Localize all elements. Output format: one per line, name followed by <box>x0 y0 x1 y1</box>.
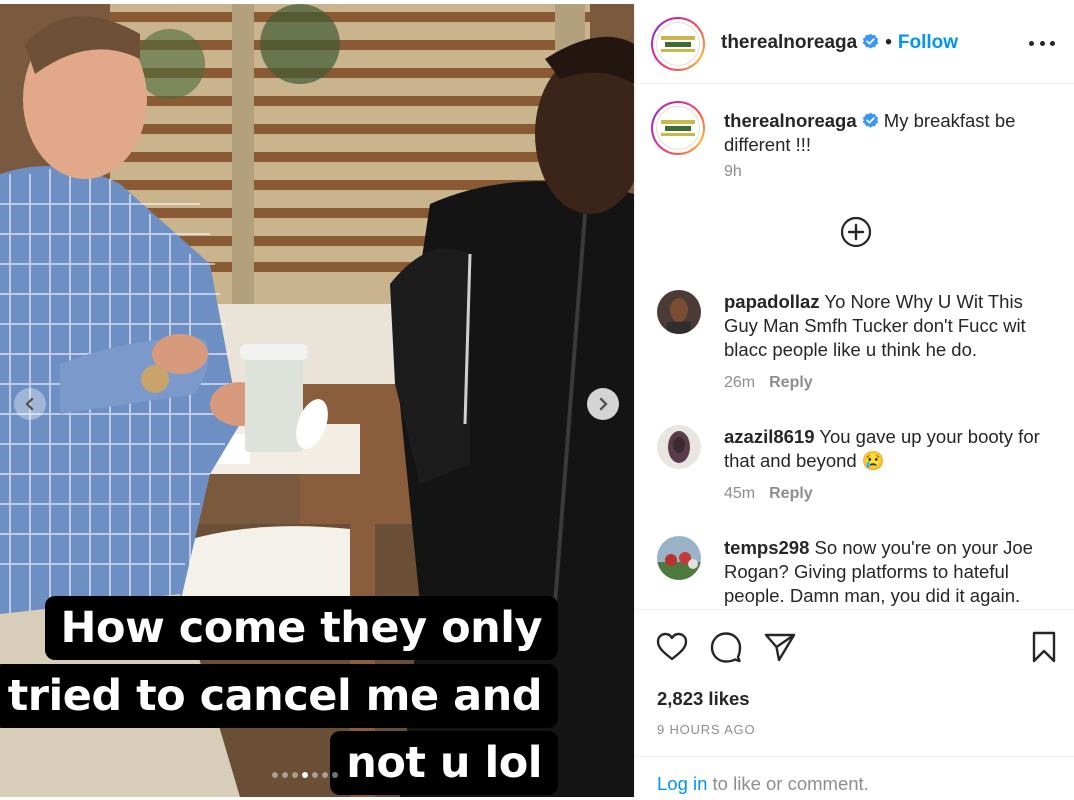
follow-button[interactable]: Follow <box>898 32 958 53</box>
post-media[interactable]: How come they only tried to cancel me an… <box>0 4 634 797</box>
comment-meta: 26m Reply <box>724 374 813 392</box>
likes-count[interactable]: 2,823 likes <box>657 688 750 710</box>
comment-username[interactable]: temps298 <box>724 537 809 558</box>
header-user-line: therealnoreaga • Follow <box>721 32 958 54</box>
caption-username[interactable]: therealnoreaga <box>724 110 857 131</box>
carousel-prev-button[interactable] <box>14 388 46 420</box>
caption-avatar-ring[interactable] <box>651 101 705 155</box>
comment-bubble-icon[interactable] <box>709 630 743 664</box>
comment-text: temps298 So now you're on your Joe Rogan… <box>724 536 1059 608</box>
carousel-indicator <box>272 772 338 778</box>
paper-plane-icon[interactable] <box>763 630 797 664</box>
chevron-right-icon <box>599 397 608 411</box>
instagram-post-window: How come they only tried to cancel me an… <box>0 0 1074 800</box>
comment-time: 26m <box>724 374 756 391</box>
comment-meta: 45m Reply <box>724 485 813 503</box>
carousel-dot <box>272 772 278 778</box>
caption-text-block: therealnoreaga My breakfast be different… <box>724 109 1059 157</box>
carousel-dot <box>292 772 298 778</box>
verified-badge-icon <box>862 112 878 128</box>
author-username[interactable]: therealnoreaga <box>721 32 857 53</box>
verified-badge-icon <box>863 33 879 49</box>
overlay-text-line-3: not u lol <box>330 731 558 795</box>
carousel-dot-active <box>302 772 308 778</box>
header-separator: • <box>885 32 892 53</box>
avatar-logo-icon <box>661 120 695 136</box>
author-avatar-ring[interactable] <box>651 17 705 71</box>
reply-button[interactable]: Reply <box>769 485 813 502</box>
post-timestamp: 9 HOURS AGO <box>657 722 756 737</box>
carousel-dot <box>322 772 328 778</box>
comment-text: papadollaz Yo Nore Why U Wit This Guy Ma… <box>724 290 1059 362</box>
more-options-icon[interactable] <box>1029 32 1055 54</box>
comments-section[interactable]: therealnoreaga My breakfast be different… <box>635 85 1074 609</box>
carousel-dot <box>332 772 338 778</box>
overlay-text-line-2: tried to cancel me and <box>0 664 558 728</box>
heart-icon[interactable] <box>655 630 689 664</box>
post-header: therealnoreaga • Follow <box>635 4 1074 84</box>
login-prompt-text: to like or comment. <box>707 773 869 794</box>
caption-time: 9h <box>724 163 742 180</box>
chevron-left-icon <box>25 397 34 411</box>
bookmark-icon[interactable] <box>1027 630 1061 664</box>
commenter-avatar[interactable] <box>657 425 701 469</box>
post-actions: 2,823 likes 9 HOURS AGO Log in to like o… <box>635 609 1074 797</box>
comment-username[interactable]: papadollaz <box>724 291 820 312</box>
author-avatar <box>656 22 700 66</box>
reply-button[interactable]: Reply <box>769 374 813 391</box>
commenter-avatar[interactable] <box>657 290 701 334</box>
carousel-next-button[interactable] <box>587 388 619 420</box>
login-link[interactable]: Log in <box>657 773 707 794</box>
comment-time: 45m <box>724 485 756 502</box>
caption-avatar <box>656 106 700 150</box>
commenter-avatar[interactable] <box>657 536 701 580</box>
comment-username[interactable]: azazil8619 <box>724 426 815 447</box>
carousel-dot <box>312 772 318 778</box>
post-side-panel: therealnoreaga • Follow therealnoreaga M… <box>634 4 1074 797</box>
overlay-text-line-1: How come they only <box>44 596 558 660</box>
comment-text: azazil8619 You gave up your booty for th… <box>724 425 1059 473</box>
carousel-dot <box>282 772 288 778</box>
plus-circle-icon[interactable] <box>840 216 872 248</box>
avatar-logo-icon <box>661 36 695 52</box>
login-prompt: Log in to like or comment. <box>635 756 1074 798</box>
